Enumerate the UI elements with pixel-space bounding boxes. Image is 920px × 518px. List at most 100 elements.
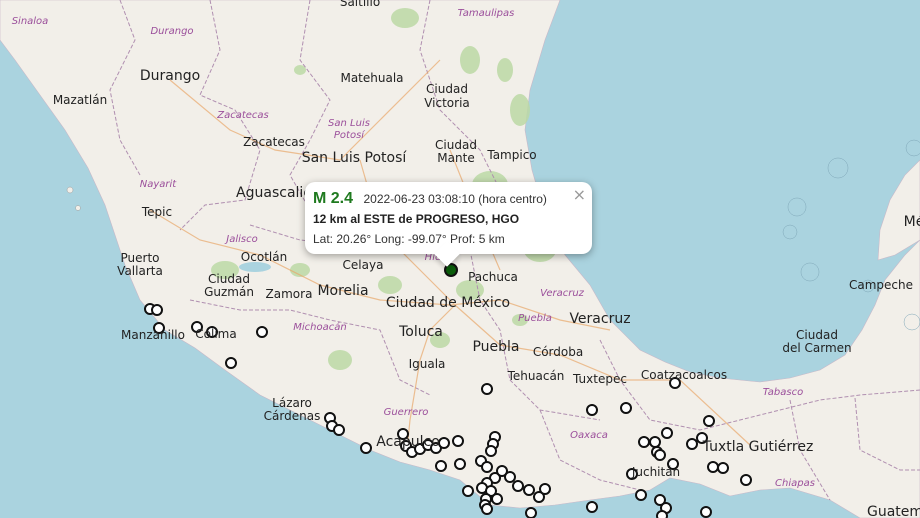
earthquake-marker[interactable] xyxy=(586,404,598,416)
map-label-city: Tepic xyxy=(141,205,173,219)
earthquake-marker[interactable] xyxy=(523,484,535,496)
earthquake-marker[interactable] xyxy=(635,489,647,501)
earthquake-marker[interactable] xyxy=(707,461,719,473)
earthquake-marker[interactable] xyxy=(539,483,551,495)
earthquake-marker[interactable] xyxy=(481,461,493,473)
map-label-state: Nayarit xyxy=(139,179,177,190)
map-label-city: Celaya xyxy=(342,258,384,272)
map-label-state: Chiapas xyxy=(775,478,815,489)
earthquake-marker[interactable] xyxy=(333,424,345,436)
map-label-city: Cárdenas xyxy=(263,409,321,423)
map-label-city: Pachuca xyxy=(468,270,518,284)
map-label-state: Jalisco xyxy=(226,234,258,245)
earthquake-marker[interactable] xyxy=(452,435,464,447)
earthquake-marker[interactable] xyxy=(151,304,163,316)
event-datetime: 2022-06-23 03:08:10 (hora centro) xyxy=(363,192,547,206)
map-label-city: Manzanillo xyxy=(121,328,185,342)
map-label-state: Michoacán xyxy=(293,322,347,333)
map-label-bigcity: Acapulco xyxy=(376,434,440,450)
map-label-city: Iguala xyxy=(408,357,446,371)
map-label-state: Durango xyxy=(150,26,194,37)
map-label-city: Victoria xyxy=(424,96,470,110)
map-label-city: Saltillo xyxy=(339,0,381,9)
earthquake-marker[interactable] xyxy=(435,460,447,472)
earthquake-marker[interactable] xyxy=(700,506,712,518)
map-label-bigcity: Puebla xyxy=(472,339,520,355)
map-label-city: Ocotlán xyxy=(240,250,288,264)
earthquake-marker[interactable] xyxy=(225,357,237,369)
map-label-city: Guzmán xyxy=(204,285,254,299)
map-label-city: Colima xyxy=(195,327,237,341)
map-label-city: Juchitán xyxy=(631,465,681,479)
earthquake-marker[interactable] xyxy=(654,449,666,461)
map-label-state: San Luis xyxy=(328,118,370,129)
map-label-state: Guerrero xyxy=(383,407,429,418)
map-label-city: Ciudad xyxy=(796,328,838,342)
map-label-city: Zamora xyxy=(265,287,313,301)
map-label-city: Ciudad xyxy=(426,82,468,96)
map-label-city: Ciudad xyxy=(435,138,477,152)
map-label-bigcity: Durango xyxy=(139,68,201,84)
map-label-city: Puerto xyxy=(120,251,160,265)
earthquake-marker[interactable] xyxy=(703,415,715,427)
earthquake-marker[interactable] xyxy=(586,501,598,513)
map-label-city: Mazatlán xyxy=(52,93,108,107)
earthquake-marker[interactable] xyxy=(656,510,668,518)
earthquake-marker[interactable] xyxy=(686,438,698,450)
map-label-city: Zacatecas xyxy=(243,135,305,149)
earthquake-marker[interactable] xyxy=(438,437,450,449)
map-label-city: Tehuacán xyxy=(507,369,565,383)
map-label-state: Tamaulipas xyxy=(457,8,515,19)
map-label-state: Zacatecas xyxy=(217,110,269,121)
earthquake-marker[interactable] xyxy=(485,445,497,457)
earthquake-marker[interactable] xyxy=(454,458,466,470)
map-label-bigcity: San Luis Potosí xyxy=(301,150,407,166)
earthquake-marker[interactable] xyxy=(638,436,650,448)
popup-header: M 2.4 2022-06-23 03:08:10 (hora centro) xyxy=(313,190,584,208)
map-label-bigcity: Ciudad de México xyxy=(385,295,511,311)
earthquake-marker[interactable] xyxy=(512,480,524,492)
earthquake-marker[interactable] xyxy=(661,427,673,439)
map-label-city: Tuxtepec xyxy=(573,372,627,386)
map-label-state: Puebla xyxy=(518,313,552,324)
earthquake-marker[interactable] xyxy=(504,471,516,483)
map-label-state: Veracruz xyxy=(540,288,584,299)
earthquake-marker[interactable] xyxy=(360,442,372,454)
map-label-city: Matehuala xyxy=(340,71,404,85)
earthquake-marker[interactable] xyxy=(525,507,537,518)
map-label-state: Sinaloa xyxy=(11,16,49,27)
event-magnitude: M 2.4 xyxy=(313,190,354,207)
event-coords: Lat: 20.26° Long: -99.07° Prof: 5 km xyxy=(313,232,505,246)
map-label-bigcity: Morelia xyxy=(317,283,369,299)
earthquake-marker[interactable] xyxy=(491,493,503,505)
map-label-city: Mante xyxy=(437,151,475,165)
earthquake-marker[interactable] xyxy=(740,474,752,486)
map-label-state: Tabasco xyxy=(762,387,804,398)
map-label-state: Potosí xyxy=(333,130,365,141)
map-label-bigcity: Toluca xyxy=(399,324,443,340)
map-label-state: Oaxaca xyxy=(570,430,608,441)
earthquake-marker[interactable] xyxy=(649,436,661,448)
map-label-city: Córdoba xyxy=(532,345,584,359)
event-popup: × M 2.4 2022-06-23 03:08:10 (hora centro… xyxy=(305,182,592,267)
map-label-city: Vallarta xyxy=(117,264,163,278)
map-label-bigcity: Guatem xyxy=(866,504,920,518)
map-label-bigcity: Veracruz xyxy=(569,311,631,327)
earthquake-marker[interactable] xyxy=(462,485,474,497)
earthquake-marker[interactable] xyxy=(620,402,632,414)
earthquake-marker[interactable] xyxy=(256,326,268,338)
map-label-bigcity: Mé xyxy=(903,214,920,230)
map-label-city: del Carmen xyxy=(782,341,852,355)
earthquake-marker[interactable] xyxy=(481,503,493,515)
map-label-bigcity: Aguascalie xyxy=(236,185,312,201)
event-place: 12 km al ESTE de PROGRESO, HGO xyxy=(313,212,520,226)
map-label-city: Coatzacoalcos xyxy=(640,368,728,382)
earthquake-marker[interactable] xyxy=(717,462,729,474)
map-label-city: Tampico xyxy=(487,148,537,162)
map-label-city: Lázaro xyxy=(272,396,312,410)
popup-body: M 2.4 2022-06-23 03:08:10 (hora centro) … xyxy=(313,190,584,246)
earthquake-marker[interactable] xyxy=(481,383,493,395)
map-label-city: Campeche xyxy=(848,278,914,292)
earthquake-map[interactable]: Saltillo Sinaloa Durango Tamaulipas Durango M… xyxy=(0,0,920,518)
map-label-city: Ciudad xyxy=(208,272,250,286)
